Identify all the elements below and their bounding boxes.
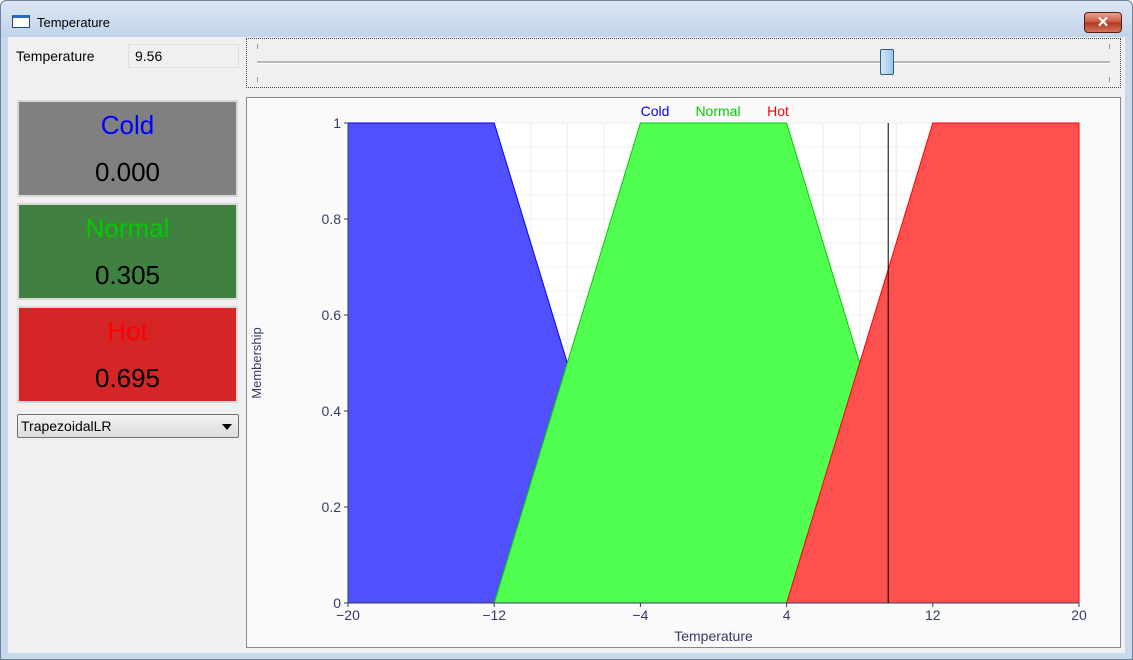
slider-tick [1109,77,1110,82]
close-button[interactable]: ✕ [1084,12,1122,33]
temperature-label: Temperature [16,48,95,64]
temperature-value-field[interactable]: 9.56 [128,44,239,68]
x-tick-label: 4 [783,607,791,623]
y-tick-label: 0.6 [322,307,342,323]
x-tick-label: −4 [632,607,648,623]
chart-legend: Cold Normal Hot [641,103,789,119]
y-tick-label: 0.8 [322,211,342,227]
legend-hot: Hot [767,103,789,119]
cold-value: 0.000 [94,157,161,187]
slider-track[interactable] [257,61,1110,64]
membership-chart: −20 −12 −4 4 12 20 0 0.2 0.4 0.6 0.8 1 Cold Normal Ho… [246,97,1121,648]
membership-function-select[interactable]: TrapezoidalLR [17,414,239,438]
temperature-slider[interactable] [246,38,1121,88]
y-axis-label: Membership [249,327,264,399]
x-tick-label: 20 [1071,607,1087,623]
x-tick-label: −12 [482,607,506,623]
cold-panel: Cold 0.000 [17,100,238,197]
membership-chart-svg: −20 −12 −4 4 12 2000.20.40.60.81 Cold Normal Ho… [249,103,1087,644]
y-tick-label: 0 [333,595,341,611]
window-icon [12,15,30,28]
x-axis-label: Temperature [674,628,753,644]
client-area: Temperature 9.56 Cold 0.000 Normal 0.305… [8,37,1125,653]
x-tick-label: 12 [925,607,941,623]
y-tick-label: 0.2 [322,499,342,515]
slider-tick [257,44,258,49]
window-title: Temperature [37,15,110,30]
title-bar[interactable]: Temperature ✕ [1,1,1132,37]
legend-normal: Normal [695,103,740,119]
chevron-down-icon[interactable] [222,424,232,430]
y-tick-label: 1 [333,115,341,131]
normal-panel: Normal 0.305 [17,203,238,300]
normal-label: Normal [85,213,170,243]
normal-value: 0.305 [94,260,161,290]
slider-tick [257,77,258,82]
hot-value: 0.695 [94,363,161,393]
app-window: Temperature ✕ Temperature 9.56 Cold 0.00… [0,0,1133,660]
membership-function-selected: TrapezoidalLR [21,418,112,434]
chart-series [347,122,1080,604]
hot-panel: Hot 0.695 [17,306,238,403]
slider-thumb[interactable] [879,49,894,75]
hot-label: Hot [107,316,148,346]
y-tick-label: 0.4 [322,403,342,419]
slider-tick [1109,44,1110,49]
cold-label: Cold [100,110,155,140]
legend-cold: Cold [641,103,670,119]
